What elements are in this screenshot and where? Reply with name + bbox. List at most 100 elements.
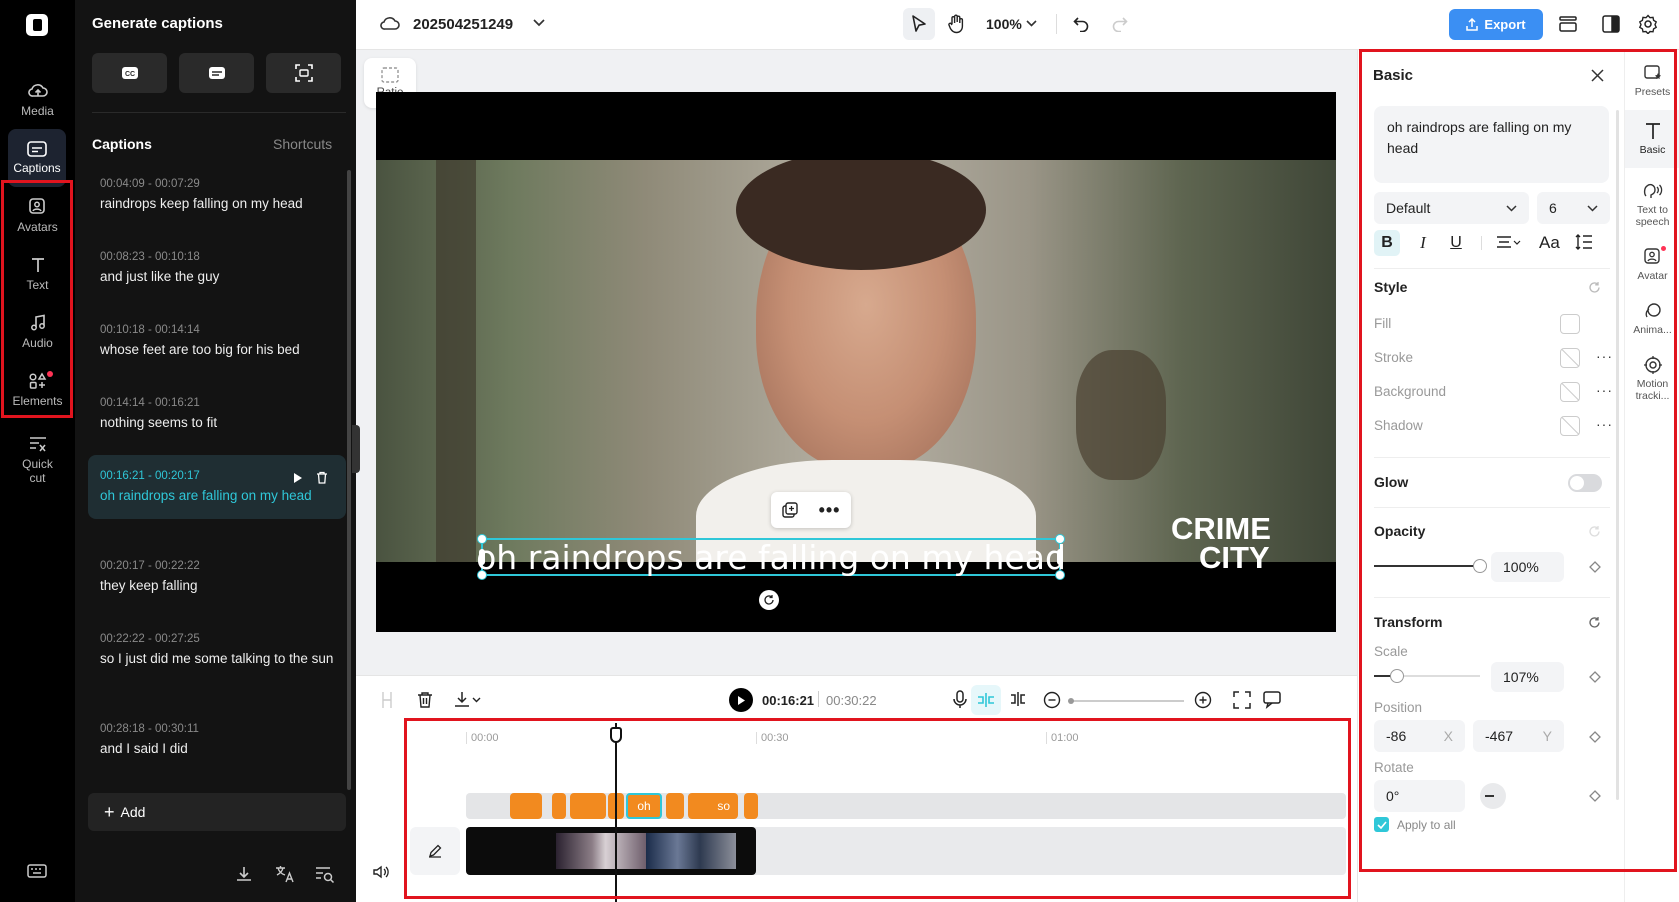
apply-to-all-checkbox[interactable] (1374, 817, 1389, 832)
side-handle[interactable] (479, 549, 485, 565)
opacity-slider-thumb[interactable] (1473, 559, 1487, 573)
nav-avatars[interactable]: Avatars (0, 187, 75, 245)
delete-caption-icon[interactable] (316, 471, 328, 484)
zoom-in-icon[interactable] (1194, 691, 1212, 709)
download-dropdown-icon[interactable] (454, 691, 482, 708)
caption-item[interactable]: 00:08:23 - 00:10:18 and just like the gu… (88, 243, 346, 293)
panel-collapse-handle[interactable] (352, 425, 360, 473)
resize-handle[interactable] (1055, 570, 1065, 580)
timeline-zoom-slider[interactable] (1068, 698, 1184, 704)
scan-captions-button[interactable] (266, 53, 341, 93)
nav-captions[interactable]: Captions (8, 129, 66, 187)
caption-item[interactable]: 00:22:22 - 00:27:25 so I just did me som… (88, 625, 346, 675)
apply-to-all-label[interactable]: Apply to all (1397, 818, 1456, 832)
zoom-level[interactable]: 100% (986, 16, 1022, 32)
scale-slider[interactable] (1374, 669, 1480, 683)
caption-text[interactable]: they keep falling (100, 578, 334, 594)
tab-avatar[interactable]: Avatar (1625, 246, 1679, 282)
play-button[interactable] (729, 688, 753, 712)
tab-text-to-speech[interactable]: Text to speech (1625, 182, 1679, 228)
caption-item[interactable]: 00:28:18 - 00:30:11 and I said I did (88, 715, 346, 765)
properties-scrollbar[interactable] (1616, 110, 1619, 800)
app-logo[interactable] (26, 14, 48, 36)
split-clip-icon[interactable] (1009, 691, 1027, 707)
resize-handle[interactable] (477, 534, 487, 544)
italic-button[interactable]: I (1410, 230, 1436, 256)
playhead-handle[interactable] (610, 727, 622, 743)
caption-text-box[interactable]: oh raindrops are falling on my head (476, 534, 1066, 580)
reset-style-icon[interactable] (1588, 281, 1601, 294)
play-caption-icon[interactable] (293, 472, 303, 484)
project-menu-chevron-icon[interactable] (533, 19, 545, 27)
position-keyframe-icon[interactable] (1589, 731, 1601, 743)
text-case-icon[interactable]: Aa (1539, 233, 1560, 253)
split-layout-icon[interactable] (1601, 14, 1621, 34)
glow-toggle[interactable] (1568, 474, 1602, 492)
nav-elements[interactable]: Elements (0, 361, 75, 419)
export-button[interactable]: Export (1449, 9, 1543, 40)
tab-basic[interactable]: Basic (1625, 110, 1679, 168)
caption-clip[interactable]: so (688, 793, 738, 819)
search-replace-button[interactable] (315, 865, 335, 883)
delete-icon[interactable] (417, 691, 433, 708)
position-x-input[interactable]: -86 X (1374, 720, 1465, 752)
caption-item[interactable]: 00:20:17 - 00:22:22 they keep falling (88, 552, 346, 602)
rotate-keyframe-icon[interactable] (1589, 790, 1601, 802)
reset-opacity-icon[interactable] (1588, 525, 1601, 538)
edit-cover-button[interactable] (410, 827, 460, 875)
caption-list-scrollbar[interactable] (347, 170, 351, 790)
tab-animation[interactable]: Anima... (1625, 302, 1679, 336)
line-spacing-icon[interactable] (1575, 234, 1593, 250)
rotate-handle[interactable] (759, 590, 779, 610)
caption-text[interactable]: and just like the guy (100, 269, 334, 285)
caption-text[interactable]: whose feet are too big for his bed (100, 342, 334, 358)
split-icon[interactable] (380, 691, 394, 709)
hand-tool-button[interactable] (940, 8, 972, 40)
playhead[interactable] (610, 723, 622, 902)
font-select[interactable]: Default (1374, 192, 1529, 224)
shortcuts-link[interactable]: Shortcuts (273, 136, 332, 152)
zoom-chevron-icon[interactable] (1026, 20, 1037, 27)
resize-handle[interactable] (1055, 534, 1065, 544)
video-clip[interactable] (466, 827, 756, 875)
caption-clip[interactable] (510, 793, 542, 819)
caption-item-active[interactable]: 00:16:21 - 00:20:17 oh raindrops are fal… (88, 455, 346, 519)
background-options-icon[interactable]: ··· (1596, 382, 1613, 398)
caption-item[interactable]: 00:04:09 - 00:07:29 raindrops keep falli… (88, 170, 346, 220)
comment-icon[interactable] (1263, 691, 1281, 709)
download-captions-button[interactable] (235, 865, 253, 883)
cloud-save-icon[interactable] (380, 15, 400, 33)
keyboard-shortcuts-button[interactable] (27, 863, 47, 879)
align-dropdown-icon[interactable] (1496, 236, 1522, 250)
project-name[interactable]: 202504251249 (413, 16, 513, 33)
shadow-options-icon[interactable]: ··· (1596, 416, 1613, 432)
rotate-dial[interactable] (1480, 783, 1506, 809)
nav-media[interactable]: Media (0, 71, 75, 129)
fill-swatch[interactable] (1560, 314, 1580, 334)
add-caption-button[interactable]: + Add (88, 793, 346, 831)
volume-icon[interactable] (373, 865, 389, 879)
more-options-icon[interactable]: ••• (819, 501, 841, 519)
reset-transform-icon[interactable] (1588, 616, 1601, 629)
caption-clip[interactable] (552, 793, 566, 819)
side-handle[interactable] (1057, 549, 1063, 565)
microphone-icon[interactable] (953, 690, 967, 709)
position-y-input[interactable]: -467 Y (1473, 720, 1564, 752)
caption-textarea[interactable]: oh raindrops are falling on my head (1374, 106, 1609, 183)
nav-quick-cut[interactable]: Quick cut (0, 425, 75, 495)
undo-icon[interactable] (1073, 16, 1089, 32)
caption-text[interactable]: nothing seems to fit (100, 415, 334, 431)
caption-text[interactable]: and I said I did (100, 741, 334, 757)
caption-clip[interactable] (666, 793, 684, 819)
redo-icon[interactable] (1112, 16, 1128, 32)
caption-text[interactable]: raindrops keep falling on my head (100, 196, 334, 212)
bold-button[interactable]: B (1374, 230, 1400, 256)
caption-item[interactable]: 00:14:14 - 00:16:21 nothing seems to fit (88, 389, 346, 439)
caption-item[interactable]: 00:10:18 - 00:14:14 whose feet are too b… (88, 316, 346, 366)
opacity-slider[interactable] (1374, 559, 1487, 573)
resize-handle[interactable] (477, 570, 487, 580)
manual-captions-button[interactable] (179, 53, 254, 93)
shadow-swatch[interactable] (1560, 416, 1580, 436)
scale-keyframe-icon[interactable] (1589, 671, 1601, 683)
rotate-input[interactable]: 0° (1374, 780, 1465, 812)
